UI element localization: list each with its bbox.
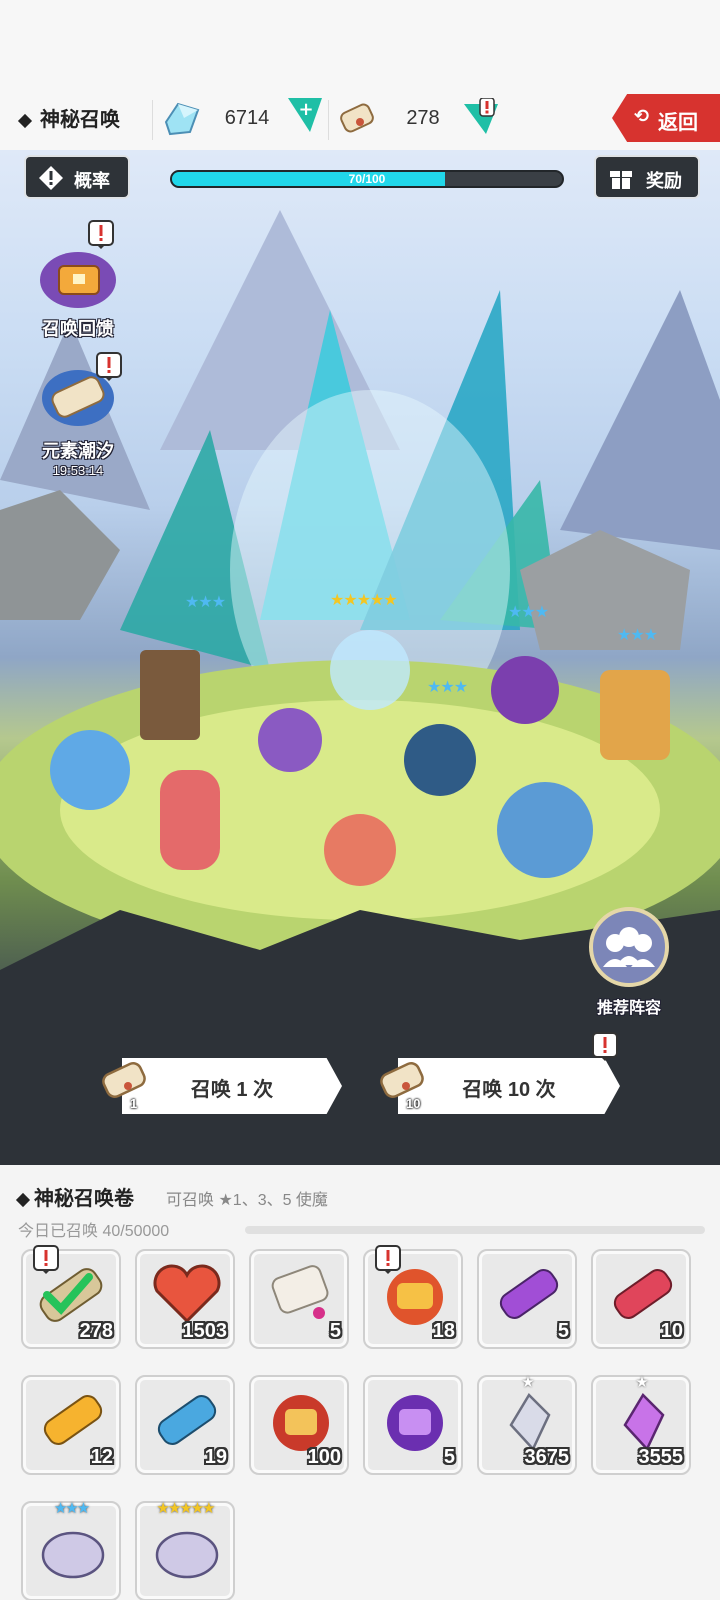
- character-rock-golem: [324, 814, 396, 886]
- parchment-icon: [271, 1265, 329, 1319]
- inventory-item-blue-scroll[interactable]: 19: [135, 1375, 235, 1475]
- scroll-icon: [340, 103, 374, 133]
- alert-icon: [96, 352, 122, 381]
- character-eye-book: [600, 670, 670, 760]
- add-gem-icon[interactable]: +: [288, 98, 324, 134]
- inventory-item-parchment[interactable]: 5: [249, 1249, 349, 1349]
- summon-scroll-icon: [380, 1062, 424, 1098]
- five-star-indicator: ★★★★★: [330, 592, 398, 609]
- summon-once-button[interactable]: 召唤 1 次: [122, 1058, 342, 1114]
- gold-scroll-icon: [43, 1395, 103, 1445]
- inventory-item-red-orb[interactable]: 100: [249, 1375, 349, 1475]
- red-orb-icon: [273, 1395, 329, 1451]
- inventory-item-five-star-shard[interactable]: ★★★★★: [135, 1500, 235, 1600]
- rate-button[interactable]: 概率: [24, 155, 130, 199]
- purple-orb-icon: [387, 1395, 443, 1451]
- summon-scene: ★★★ ★★★★★ ★★★ ★★★ ★★★ 概率 70/100 奖励 召唤回馈: [0, 150, 720, 1165]
- inventory-item-three-star-shard[interactable]: ★★★: [21, 1500, 121, 1600]
- top-bar: 神秘召唤 6714 + 278 ⟲ 返回: [0, 0, 720, 150]
- summon-scroll-icon: [102, 1062, 146, 1098]
- scroll-counter: 278: [336, 98, 506, 140]
- character-blue-bear: [497, 782, 593, 878]
- heart-icon: [153, 1264, 221, 1324]
- alert-icon: [88, 220, 114, 249]
- purple-crystal-icon: [623, 1392, 665, 1452]
- inventory-title: 神秘召唤卷: [15, 1182, 134, 1211]
- warning-icon: [39, 166, 63, 190]
- summon-ten-button[interactable]: 召唤 10 次: [398, 1058, 620, 1114]
- shard-icon: [41, 1531, 105, 1579]
- character-husky-pirate: [404, 724, 476, 796]
- inventory-subtitle: 可召唤 ★1、3、5 使魔: [166, 1192, 328, 1209]
- shard-icon: [155, 1531, 219, 1579]
- divider: [152, 100, 153, 140]
- element-tide-event[interactable]: 元素潮汐 19:53:14: [28, 352, 128, 478]
- inventory-item-gold-scroll[interactable]: 12: [21, 1375, 121, 1475]
- three-star-indicator: ★★★: [508, 604, 549, 621]
- daily-summon-count: 今日已召唤 40/50000: [18, 1223, 170, 1240]
- three-star-indicator: ★★★: [427, 679, 468, 696]
- gem-icon: [164, 102, 200, 136]
- inventory-item-purple-crystal[interactable]: ★ 3555: [591, 1374, 691, 1475]
- inventory-item-heart[interactable]: 1503: [135, 1249, 235, 1349]
- summon-inventory: 神秘召唤卷 可召唤 ★1、3、5 使魔 今日已召唤 40/50000 278 1…: [0, 1165, 720, 1600]
- gem-counter: 6714 +: [160, 98, 330, 140]
- inventory-item-fire-orb[interactable]: 18: [363, 1245, 463, 1349]
- divider: [328, 100, 329, 140]
- character-five-star: [330, 630, 410, 710]
- daily-progress-bar: [245, 1226, 705, 1234]
- page-title: 神秘召唤: [17, 103, 120, 132]
- scroll-alert-icon[interactable]: [464, 98, 500, 134]
- alert-icon: [33, 1245, 59, 1274]
- purple-scroll-icon: [499, 1269, 559, 1319]
- blue-scroll-icon: [157, 1395, 217, 1445]
- red-scroll-icon: [613, 1269, 673, 1319]
- reward-button[interactable]: 奖励: [594, 155, 700, 199]
- character-shield-warrior: [140, 650, 200, 740]
- silver-crystal-icon: [509, 1392, 551, 1452]
- recommend-team-button[interactable]: 推荐阵容: [584, 905, 674, 1018]
- alert-icon: [592, 1032, 618, 1061]
- summon-feedback-event[interactable]: 召唤回馈: [28, 220, 128, 341]
- inventory-item-silver-crystal[interactable]: ★ 3675: [477, 1374, 577, 1475]
- team-icon: [589, 907, 669, 987]
- back-button[interactable]: ⟲ 返回: [612, 94, 720, 142]
- inventory-item-scroll-selected[interactable]: 278: [21, 1245, 121, 1349]
- back-icon: ⟲: [634, 106, 650, 126]
- character-blue-fluff: [50, 730, 130, 810]
- alert-icon: [375, 1245, 401, 1274]
- inventory-item-red-scroll[interactable]: 10: [591, 1249, 691, 1349]
- character-witch: [258, 708, 322, 772]
- inventory-item-purple-scroll[interactable]: 5: [477, 1249, 577, 1349]
- three-star-indicator: ★★★: [185, 594, 226, 611]
- gift-icon: [610, 171, 632, 189]
- inventory-item-purple-orb[interactable]: 5: [363, 1375, 463, 1475]
- three-star-indicator: ★★★: [617, 627, 658, 644]
- summon-progress-bar: 70/100: [170, 170, 564, 188]
- character-dark-mage: [491, 656, 559, 724]
- svg-text:+: +: [298, 99, 313, 120]
- character-red-cactus: [160, 770, 220, 870]
